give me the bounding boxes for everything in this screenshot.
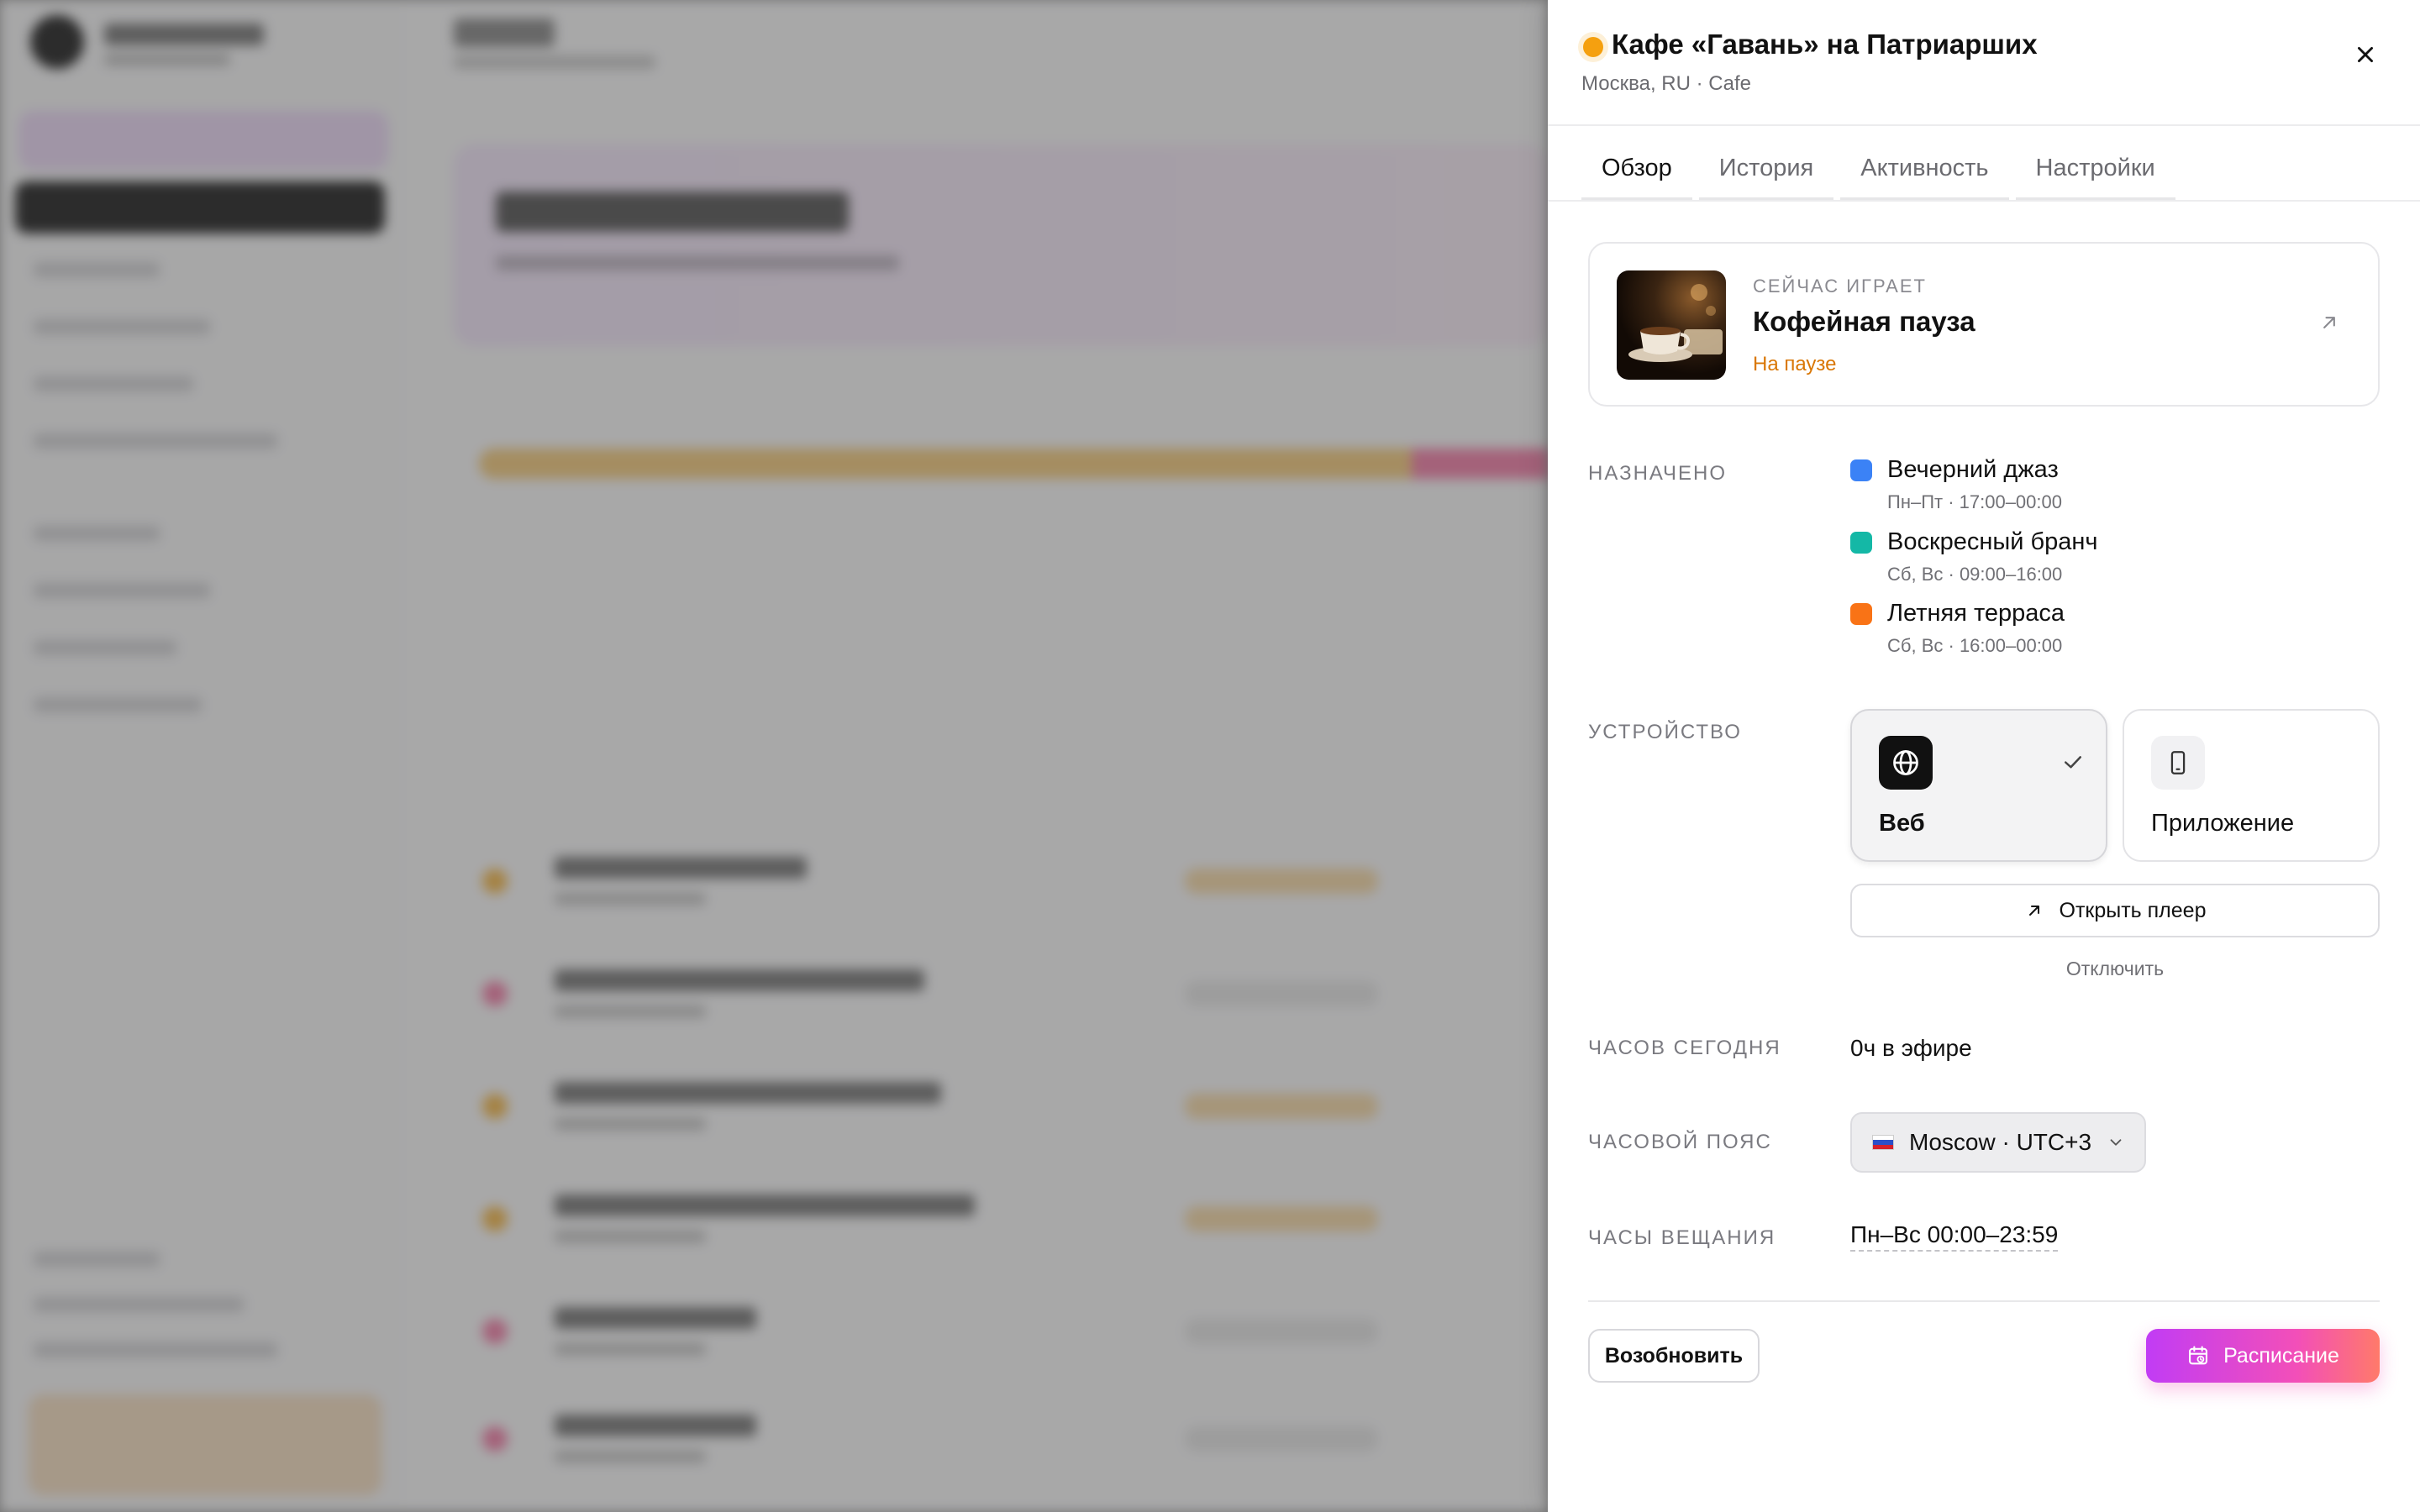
assigned-label: НАЗНАЧЕНО (1588, 462, 1728, 485)
drawer-subtitle: Москва, RU · Cafe (1581, 72, 1751, 95)
tabs-divider (1548, 200, 2420, 202)
schedule-name: Летняя терраса (1887, 600, 2065, 627)
tab-history[interactable]: История (1698, 148, 1834, 200)
phone-icon (2151, 736, 2205, 790)
open-external-button[interactable] (2317, 311, 2344, 338)
broadcast-hours-value[interactable]: Пн–Вс 00:00–23:59 (1850, 1221, 2059, 1252)
status-indicator (1583, 37, 1603, 57)
resume-button[interactable]: Возобновить (1588, 1329, 1760, 1383)
drawer-header: Кафе «Гавань» на Патриарших Москва, RU ·… (1548, 0, 2420, 126)
calendar-clock-icon (2189, 1346, 2208, 1365)
schedule-color-swatch (1850, 532, 1872, 554)
schedule-name: Вечерний джаз (1887, 456, 2059, 483)
tab-overview[interactable]: Обзор (1581, 148, 1692, 200)
drawer-tabs: Обзор История Активность Настройки (1581, 148, 2175, 200)
chevron-down-icon (2110, 1139, 2122, 1146)
device-option-web[interactable]: Веб (1850, 709, 2107, 862)
now-playing-card[interactable]: СЕЙЧАС ИГРАЕТ Кофейная пауза На паузе (1588, 242, 2380, 407)
globe-icon (1879, 736, 1933, 790)
playback-status: На паузе (1753, 353, 1837, 375)
now-playing-label: СЕЙЧАС ИГРАЕТ (1753, 276, 1927, 297)
device-option-label: Веб (1879, 810, 1925, 837)
schedule-color-swatch (1850, 459, 1872, 481)
location-drawer: Кафе «Гавань» на Патриарших Москва, RU ·… (1548, 0, 2420, 1512)
broadcast-hours-label: ЧАСЫ ВЕЩАНИЯ (1588, 1226, 1776, 1249)
modal-overlay[interactable] (0, 0, 1548, 1512)
hours-today-value: 0ч в эфире (1850, 1035, 1972, 1061)
coffee-cup-image (1617, 270, 1726, 380)
schedule-color-swatch (1850, 603, 1872, 625)
hours-today-label: ЧАСОВ СЕГОДНЯ (1588, 1037, 1781, 1059)
device-option-label: Приложение (2151, 810, 2295, 837)
schedule-label: Расписание (2223, 1343, 2339, 1368)
tab-settings[interactable]: Настройки (2015, 148, 2175, 200)
footer-divider (1588, 1300, 2380, 1302)
arrow-up-right-icon (2323, 317, 2335, 328)
schedule-name: Воскресный бранч (1887, 528, 2098, 555)
timezone-select[interactable]: Moscow · UTC+3 (1850, 1112, 2146, 1173)
now-playing-track: Кофейная пауза (1753, 306, 1975, 337)
schedule-button[interactable]: Расписание (2146, 1329, 2380, 1383)
open-player-button[interactable]: Открыть плеер (1850, 884, 2380, 937)
drawer-title: Кафе «Гавань» на Патриарших (1612, 29, 2038, 60)
disconnect-link[interactable]: Отключить (1850, 958, 2380, 980)
schedule-time: Сб, Вс · 16:00–00:00 (1887, 635, 2063, 656)
device-label: УСТРОЙСТВО (1588, 721, 1742, 743)
russia-flag-icon (1872, 1135, 1894, 1150)
tab-activity[interactable]: Активность (1840, 148, 2009, 200)
schedule-time: Сб, Вс · 09:00–16:00 (1887, 564, 2063, 585)
timezone-label: ЧАСОВОЙ ПОЯС (1588, 1131, 1772, 1153)
close-button[interactable] (2344, 34, 2386, 76)
timezone-value: Moscow · UTC+3 (1909, 1129, 2092, 1155)
open-player-label: Открыть плеер (2059, 898, 2207, 922)
close-icon (2358, 47, 2373, 62)
check-icon (2060, 749, 2086, 774)
device-option-app[interactable]: Приложение (2123, 709, 2380, 862)
arrow-up-right-icon (2028, 906, 2039, 916)
schedule-time: Пн–Пт · 17:00–00:00 (1887, 491, 2062, 512)
